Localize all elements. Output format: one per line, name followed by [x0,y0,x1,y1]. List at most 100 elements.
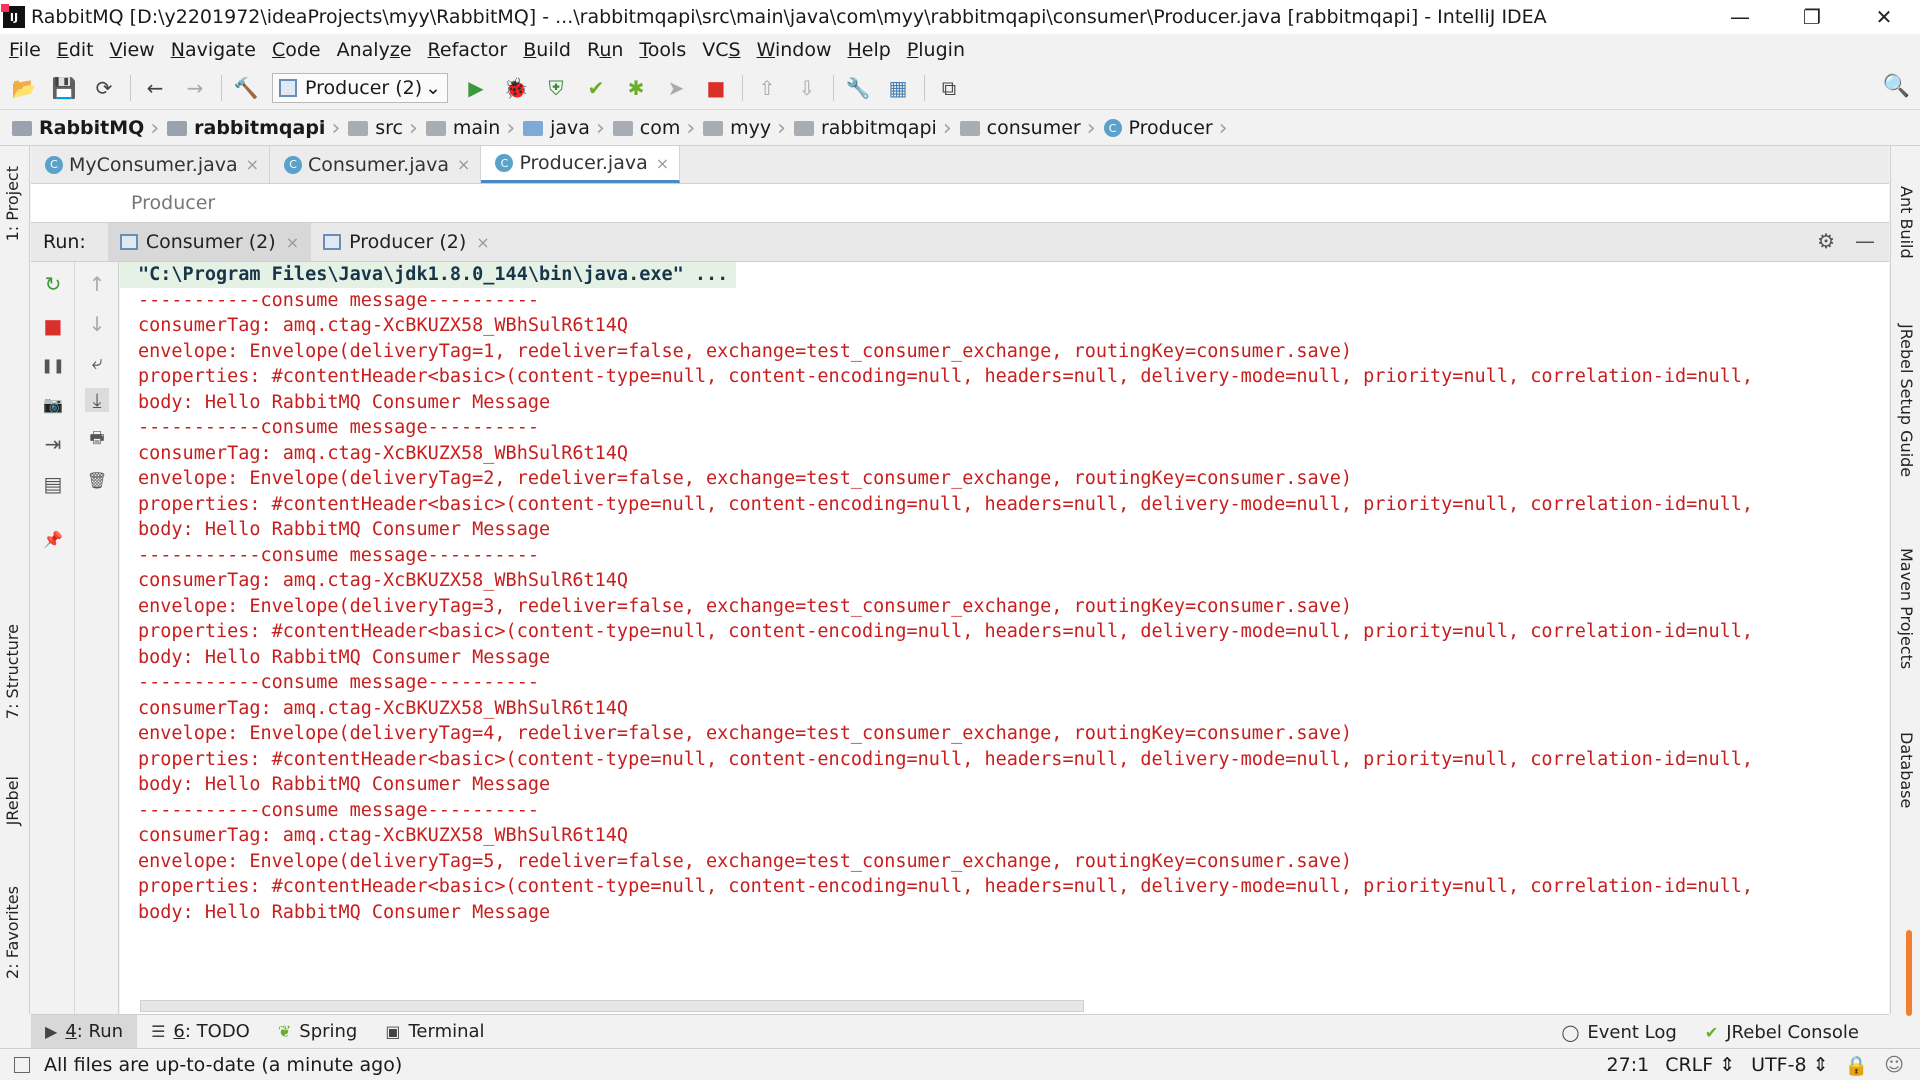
back-arrow-icon[interactable]: ← [141,74,169,102]
stop-icon[interactable]: ■ [41,314,65,338]
project-tool-tab[interactable]: 1: Project [3,166,22,241]
maven-projects-tool-tab[interactable]: Maven Projects [1897,548,1916,669]
console-output[interactable]: "C:\Program Files\Java\jdk1.8.0_144\bin\… [120,262,1889,1014]
up-arrow-icon[interactable]: ↑ [85,272,109,296]
breadcrumb-item-consumer[interactable]: consumer › [959,111,1104,146]
menu-navigate[interactable]: Navigate [166,39,261,61]
ant-build-tool-tab[interactable]: Ant Build [1897,186,1916,259]
terminal-tool-tab[interactable]: ▣ Terminal [371,1015,498,1049]
editor-breadcrumb[interactable]: Producer [131,192,215,214]
menu-plugin[interactable]: Plugin [902,39,970,61]
inspector-icon[interactable]: ☺ [1884,1054,1904,1076]
search-everywhere-icon[interactable]: 🔍 [1883,74,1910,99]
save-all-icon[interactable]: 💾 [50,74,78,102]
pause-icon[interactable]: ❚❚ [41,354,65,378]
scroll-to-end-icon[interactable]: ⤓ [85,388,109,412]
gear-icon[interactable]: ⚙ [1817,229,1835,253]
line-separator-selector[interactable]: CRLF ⇕ [1665,1054,1735,1076]
spring-tool-tab[interactable]: ❦ Spring [264,1015,372,1049]
jrebel-tool-tab[interactable]: JRebel [3,776,22,825]
menu-refactor[interactable]: Refactor [423,39,513,61]
rerun-icon[interactable]: ↻ [41,272,65,296]
settings-wrench-icon[interactable]: 🔧 [844,74,872,102]
layout-icon[interactable]: ▤ [41,472,65,496]
restore-button[interactable]: ❐ [1776,0,1848,34]
menu-view[interactable]: View [105,39,160,61]
todo-tool-tab[interactable]: ☰ 6: TODO [137,1015,264,1049]
debug-icon[interactable]: 🐞 [502,74,530,102]
menu-tools[interactable]: Tools [634,39,691,61]
favorites-tool-tab[interactable]: 2: Favorites [3,886,22,979]
close-icon[interactable]: × [246,155,259,174]
project-structure-icon[interactable]: ▦ [884,74,912,102]
toggle-tool-windows-icon[interactable] [14,1056,30,1073]
menu-code[interactable]: Code [267,39,326,61]
menu-window[interactable]: Window [752,39,837,61]
pin-icon[interactable]: 📌 [41,527,65,551]
editor-tab-consumer-java[interactable]: C Consumer.java × [270,146,482,183]
build-hammer-icon[interactable]: 🔨 [232,74,260,102]
profile-icon[interactable]: ➤ [662,74,690,102]
menu-analyze[interactable]: Analyze [332,39,417,61]
menu-help[interactable]: Help [842,39,895,61]
editor-tab-myconsumer-java[interactable]: C MyConsumer.java × [31,146,271,183]
close-window-button[interactable]: ✕ [1848,0,1920,34]
run-tab-consumer-2-[interactable]: Consumer (2) × [107,223,312,261]
menu-file[interactable]: File [4,39,46,61]
thread-dump-icon[interactable]: 📷 [41,392,65,416]
down-arrow-icon[interactable]: ↓ [85,312,109,336]
editor-area[interactable]: Producer [31,184,1889,222]
synchronize-icon[interactable]: ⟳ [90,74,118,102]
encoding-selector[interactable]: UTF-8 ⇕ [1751,1054,1828,1076]
structure-tool-tab[interactable]: 7: Structure [3,624,22,719]
caret-position[interactable]: 27:1 [1607,1054,1650,1076]
breadcrumb-item-main[interactable]: main › [425,111,523,146]
hide-panel-icon[interactable]: — [1855,229,1875,253]
horizontal-scrollbar[interactable] [140,1000,1084,1012]
coverage-icon[interactable]: ⛨ [542,74,570,102]
breadcrumb-item-rabbitmqapi[interactable]: rabbitmqapi › [167,111,348,146]
vcs-update-icon[interactable]: ⇧ [753,74,781,102]
run-tab-label: Producer (2) [349,231,467,253]
breadcrumb-item-com[interactable]: com › [612,111,703,146]
minimize-button[interactable]: — [1704,0,1776,34]
breadcrumb-item-producer[interactable]: C Producer › [1103,111,1236,146]
menu-label-part: e [399,39,412,61]
close-icon[interactable]: × [476,233,489,252]
breadcrumb-item-rabbitmqapi[interactable]: rabbitmqapi › [793,111,960,146]
run-configuration-dropdown[interactable]: Producer (2) ⌄ [272,72,448,103]
close-icon[interactable]: × [286,233,299,252]
jrebel-debug-icon[interactable]: ✱ [622,74,650,102]
run-tab-producer-2-[interactable]: Producer (2) × [311,223,502,261]
breadcrumb-item-myy[interactable]: myy › [703,111,794,146]
menu-run[interactable]: Run [582,39,628,61]
jrebel-setup-guide-tool-tab[interactable]: JRebel Setup Guide [1897,324,1916,477]
clear-all-icon[interactable]: 🗑 [85,468,109,492]
vertical-scrollbar-thumb[interactable] [1906,930,1912,1016]
lock-icon[interactable]: 🔒 [1845,1054,1869,1077]
database-tool-tab[interactable]: Database [1897,732,1916,808]
breadcrumb-item-java[interactable]: java › [523,111,613,146]
soft-wrap-icon[interactable]: ⤶ [85,350,109,374]
restore-layout-icon[interactable]: ⇥ [41,432,65,456]
sdk-manager-icon[interactable]: ⧉ [935,74,963,102]
console-line: -----------consume message---------- [138,799,539,821]
jrebel-run-icon[interactable]: ✔ [582,74,610,102]
menu-vcs[interactable]: VCS [697,39,745,61]
menu-build[interactable]: Build [518,39,576,61]
menu-edit[interactable]: Edit [52,39,99,61]
event-log-tool-tab[interactable]: ◯ Event Log [1547,1015,1690,1049]
close-icon[interactable]: × [656,154,669,173]
breadcrumb-item-src[interactable]: src › [348,111,426,146]
run-tool-tab[interactable]: ▶ 4: Run [31,1014,138,1049]
stop-icon[interactable]: ■ [702,74,730,102]
run-icon[interactable]: ▶ [462,74,490,102]
breadcrumb-item-rabbitmq[interactable]: RabbitMQ › [12,111,167,146]
print-icon[interactable]: 🖶 [85,428,109,452]
editor-tab-producer-java[interactable]: C Producer.java × [481,146,681,183]
jrebel-console-tool-tab[interactable]: ✔ JRebel Console [1691,1015,1889,1049]
vcs-commit-icon[interactable]: ⇩ [793,74,821,102]
close-icon[interactable]: × [457,155,470,174]
forward-arrow-icon[interactable]: → [181,74,209,102]
open-folder-icon[interactable]: 📂 [10,74,38,102]
